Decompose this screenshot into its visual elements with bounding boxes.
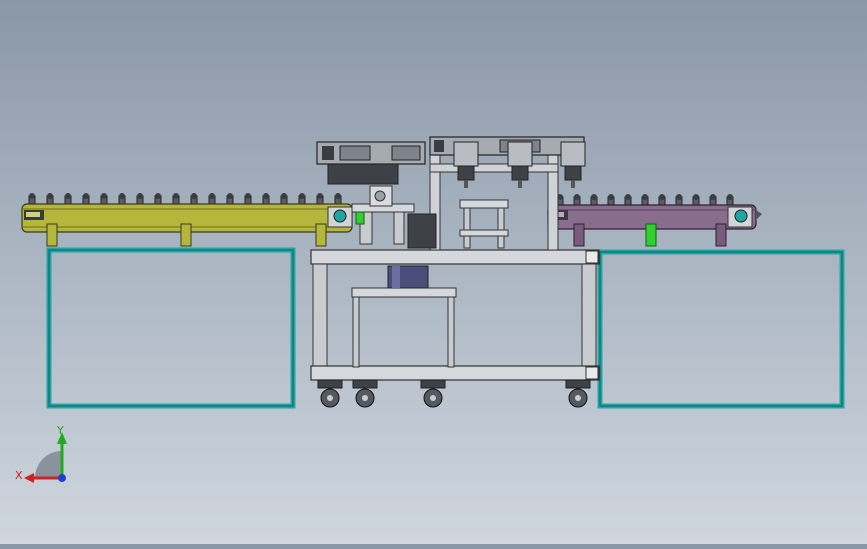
pick-head [560,141,586,188]
roller [316,193,324,206]
roller [641,194,649,207]
roller [154,193,162,206]
caster-wheels [317,379,591,408]
roller [726,194,734,207]
roller [82,193,90,206]
roller [262,193,270,206]
caster [565,379,591,408]
roller [100,193,108,206]
roller [709,194,717,207]
pick-head [507,141,533,188]
roller [675,194,683,207]
roller [64,193,72,206]
right-roller-conveyor [547,194,762,247]
roller [658,194,666,207]
cad-viewport[interactable]: Y X [0,0,867,544]
roller [28,193,36,206]
roller [280,193,288,206]
left-roller-conveyor [21,193,353,247]
left-base-frame [46,247,296,409]
coordinate-triad[interactable] [24,432,67,483]
roller [590,194,598,207]
roller [118,193,126,206]
right-base-frame [597,249,845,409]
roller [573,194,581,207]
roller [226,193,234,206]
roller [298,193,306,206]
roller [190,193,198,206]
pick-head [453,141,479,188]
roller [607,194,615,207]
roller [624,194,632,207]
roller [136,193,144,206]
y-axis-label: Y [57,424,64,437]
gantry-pick-heads [316,136,586,188]
roller [46,193,54,206]
roller [334,193,342,206]
model-drawing [21,136,845,483]
roller [244,193,252,206]
z-axis-dot [58,474,66,482]
roller [208,193,216,206]
caster [352,379,378,408]
roller [692,194,700,207]
caster [420,379,446,408]
x-axis-label: X [15,469,23,482]
roller [172,193,180,206]
caster [317,379,343,408]
